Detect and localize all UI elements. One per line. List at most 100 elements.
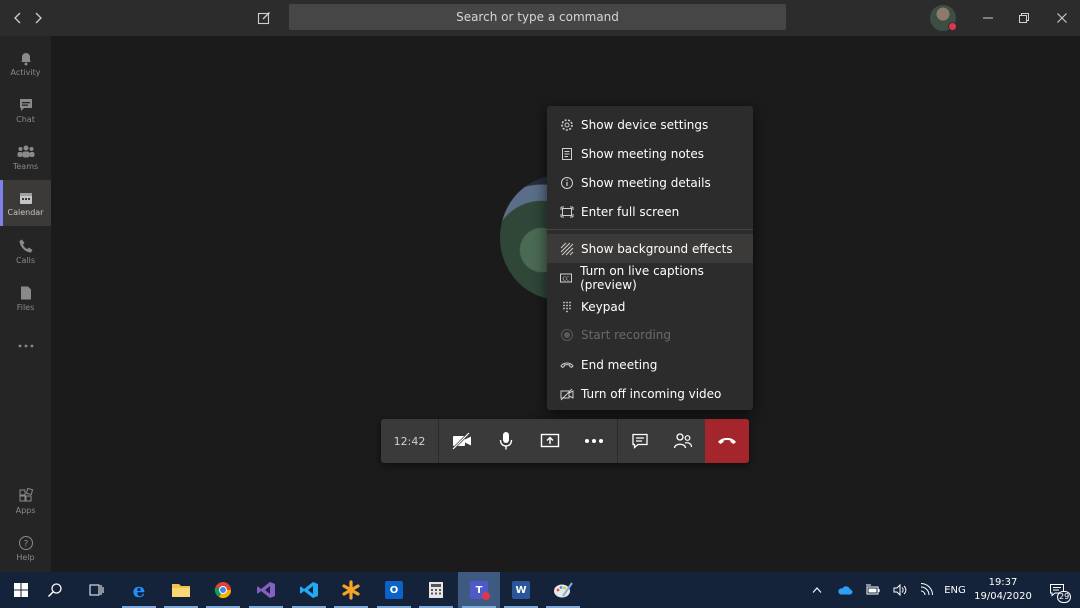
rail-label: Files [16, 302, 35, 312]
menu-item-incoming-video[interactable]: Turn off incoming video [547, 379, 753, 408]
search-input[interactable]: Search or type a command [289, 4, 786, 30]
chrome-icon [214, 582, 232, 599]
presence-busy-icon [948, 22, 957, 31]
paint-icon [554, 582, 573, 598]
keypad-icon [559, 299, 574, 314]
chevron-up-icon [812, 587, 822, 593]
rail-item-calls[interactable]: Calls [0, 228, 51, 274]
menu-item-background-effects[interactable]: Show background effects [547, 234, 753, 263]
onedrive-button[interactable] [834, 572, 856, 608]
taskbar-vscode[interactable] [288, 572, 330, 608]
more-icon [18, 344, 33, 348]
task-view-button[interactable] [75, 572, 117, 608]
rail-label: Chat [16, 114, 35, 124]
menu-item-device-settings[interactable]: Show device settings [547, 110, 753, 139]
info-icon [559, 175, 574, 190]
taskbar-search-button[interactable] [34, 572, 76, 608]
windows-logo-icon [14, 583, 28, 597]
taskbar-edge[interactable]: e [118, 572, 160, 608]
record-icon [559, 327, 574, 342]
rail-item-activity[interactable]: Activity [0, 40, 51, 86]
new-chat-button[interactable] [246, 0, 282, 36]
show-participants-button[interactable] [661, 419, 705, 463]
fullscreen-icon [559, 204, 574, 219]
restore-button[interactable] [1006, 0, 1042, 36]
rail-label: Activity [10, 67, 41, 77]
menu-item-label: Show meeting notes [581, 146, 705, 161]
taskbar-paint[interactable] [542, 572, 584, 608]
taskbar-word[interactable]: W [500, 572, 542, 608]
menu-item-label: End meeting [581, 357, 658, 372]
taskbar-calculator[interactable] [415, 572, 457, 608]
notification-count-badge: 29 [1057, 591, 1072, 603]
camera-toggle-button[interactable] [440, 419, 484, 463]
rail-item-help[interactable]: ? Help [0, 525, 51, 571]
taskbar-outlook[interactable]: O [373, 572, 415, 608]
conversation-icon [632, 433, 648, 449]
title-bar: Search or type a command [0, 0, 1080, 36]
taskbar-chrome[interactable] [202, 572, 244, 608]
menu-item-label: Turn on live captions (preview) [580, 263, 704, 292]
menu-item-label: Start recording [581, 327, 672, 342]
rail-label: Apps [15, 505, 36, 515]
folder-icon [172, 584, 190, 597]
taskbar-visual-studio[interactable] [245, 572, 287, 608]
menu-item-label: Enter full screen [581, 204, 680, 219]
show-hidden-icons-button[interactable] [808, 572, 826, 608]
svg-text:CC: CC [563, 276, 570, 282]
menu-item-keypad[interactable]: Keypad [547, 292, 753, 321]
rail-item-apps[interactable]: Apps [0, 478, 51, 524]
asterisk-app-icon [342, 580, 360, 600]
compose-icon [257, 12, 270, 25]
call-controls-bar: 12:42 [381, 419, 749, 463]
app-rail: Activity Chat Teams Calendar Calls Files… [0, 36, 51, 572]
captions-icon: CC [559, 270, 573, 285]
calendar-icon [19, 192, 32, 204]
visual-studio-icon [257, 582, 275, 598]
action-center-button[interactable]: 29 [1040, 572, 1074, 608]
menu-item-label: Show background effects [581, 241, 733, 256]
share-screen-icon [540, 433, 560, 448]
menu-item-full-screen[interactable]: Enter full screen [547, 197, 753, 226]
rail-item-files[interactable]: Files [0, 275, 51, 321]
rail-item-calendar[interactable]: Calendar [0, 180, 51, 226]
help-icon: ? [18, 535, 33, 550]
menu-item-live-captions[interactable]: CC Turn on live captions (preview) [547, 263, 753, 292]
windows-taskbar: e O T W ENG 19:37 19/04/2020 29 [0, 572, 1080, 608]
end-meeting-icon [559, 357, 574, 372]
close-button[interactable] [1044, 0, 1080, 36]
volume-button[interactable] [889, 572, 911, 608]
chat-icon [19, 98, 32, 111]
menu-item-label: Show device settings [581, 117, 709, 132]
show-conversation-button[interactable] [618, 419, 662, 463]
vscode-icon [300, 582, 318, 598]
battery-button[interactable] [862, 572, 884, 608]
rail-item-chat[interactable]: Chat [0, 87, 51, 133]
rail-item-teams[interactable]: Teams [0, 134, 51, 180]
wifi-button[interactable] [916, 572, 938, 608]
more-icon [585, 439, 603, 443]
teams-window: Search or type a command Activity Chat T… [0, 0, 1080, 608]
share-screen-button[interactable] [528, 419, 572, 463]
more-actions-button[interactable] [572, 419, 616, 463]
taskbar-clock[interactable]: 19:37 19/04/2020 [972, 576, 1034, 604]
video-off-icon [559, 386, 574, 401]
word-icon: W [512, 581, 530, 599]
menu-item-meeting-details[interactable]: Show meeting details [547, 168, 753, 197]
hang-up-button[interactable] [705, 419, 749, 463]
restore-icon [1019, 13, 1029, 23]
menu-item-end-meeting[interactable]: End meeting [547, 350, 753, 379]
svg-text:?: ? [23, 539, 28, 549]
taskbar-file-explorer[interactable] [160, 572, 202, 608]
menu-item-meeting-notes[interactable]: Show meeting notes [547, 139, 753, 168]
input-language-button[interactable]: ENG [941, 572, 969, 608]
forward-button[interactable] [20, 0, 56, 36]
taskbar-app-star[interactable] [330, 572, 372, 608]
rail-item-more[interactable] [0, 323, 51, 369]
microphone-button[interactable] [484, 419, 528, 463]
chevron-right-icon [35, 12, 42, 24]
participants-icon [673, 433, 693, 449]
minimize-button[interactable] [970, 0, 1006, 36]
taskbar-teams[interactable]: T [458, 572, 500, 608]
clock-date: 19/04/2020 [974, 591, 1032, 602]
